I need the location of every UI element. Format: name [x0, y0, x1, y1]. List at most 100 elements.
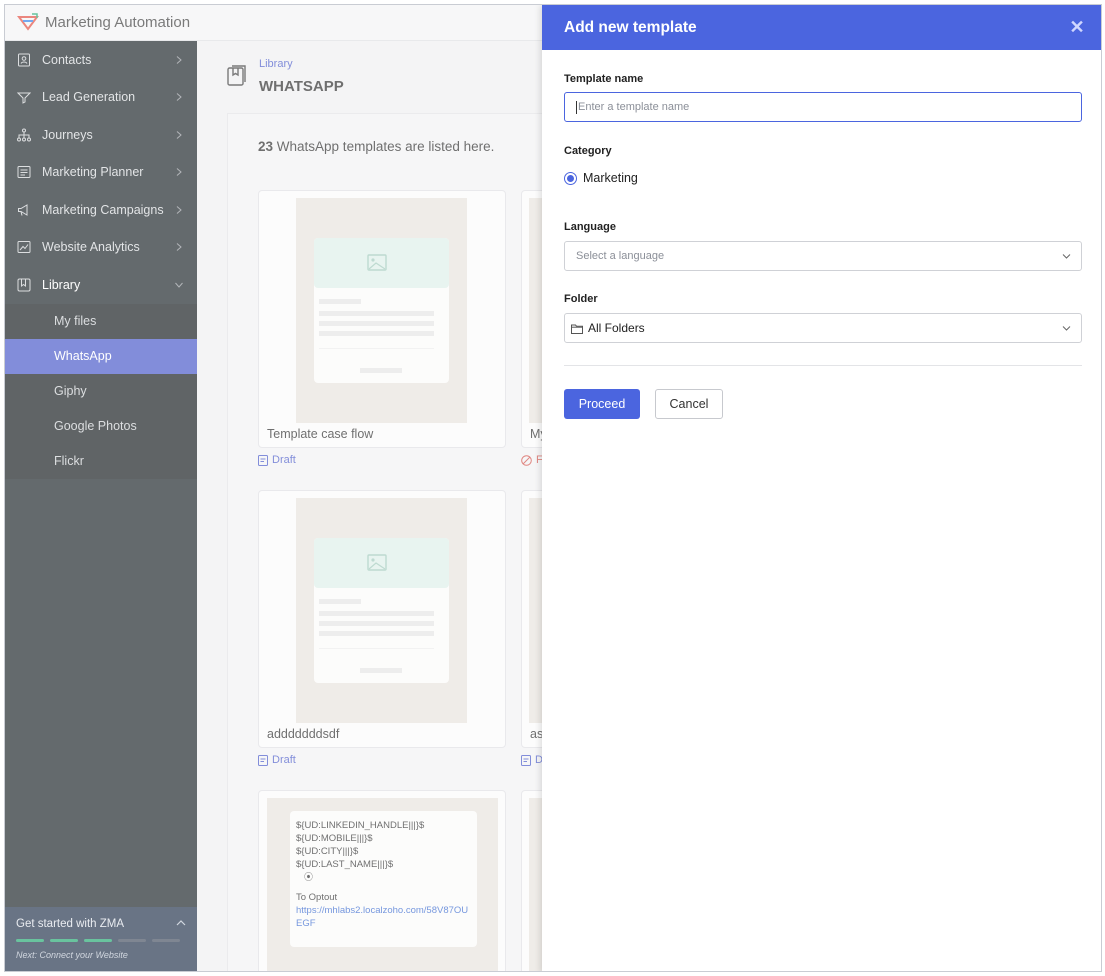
- sidebar-subitem-giphy[interactable]: Giphy: [5, 374, 197, 409]
- get-started-widget[interactable]: Get started with ZMA Next: Connect your …: [5, 907, 197, 971]
- template-card[interactable]: ${UD:LINKEDIN_HANDLE|||}$ ${UD:MOBILE|||…: [258, 790, 506, 971]
- library-icon: [17, 278, 31, 292]
- sidebar-item-website-analytics[interactable]: Website Analytics: [5, 229, 197, 267]
- add-template-panel: Add new template ✕ Template name Enter a…: [542, 5, 1101, 971]
- text-caret: [576, 100, 577, 114]
- chevron-right-icon: [176, 130, 182, 139]
- chevron-right-icon: [176, 168, 182, 177]
- sidebar-item-label: Website Analytics: [42, 240, 140, 255]
- funnel-icon: [17, 90, 31, 105]
- chevron-down-icon: [1062, 254, 1071, 259]
- status-label: Draft: [272, 754, 296, 766]
- status-badge: Draft: [258, 454, 296, 466]
- sidebar-item-library[interactable]: Library: [5, 266, 197, 304]
- category-radio-marketing[interactable]: Marketing: [564, 171, 638, 185]
- panel-header: Add new template ✕: [542, 5, 1101, 50]
- draft-icon: [258, 454, 268, 466]
- page-title: WHATSAPP: [259, 78, 344, 95]
- proceed-button[interactable]: Proceed: [564, 389, 640, 419]
- journey-icon: [17, 128, 31, 142]
- progress-step: [84, 939, 112, 942]
- progress-step: [16, 939, 44, 942]
- message-line: ${UD:CITY|||}$: [296, 846, 359, 857]
- failed-icon: [521, 454, 532, 466]
- app-logo-icon: [17, 12, 39, 31]
- sidebar-item-marketing-campaigns[interactable]: Marketing Campaigns: [5, 191, 197, 229]
- chevron-down-icon: [1062, 326, 1071, 331]
- template-thumbnail: [296, 498, 467, 723]
- progress-step: [152, 939, 180, 942]
- template-name-label: Template name: [564, 73, 644, 85]
- analytics-icon: [17, 240, 31, 254]
- template-name: adddddddsdf: [267, 727, 340, 741]
- sidebar-item-label: Marketing Campaigns: [42, 202, 164, 217]
- contacts-icon: [17, 53, 31, 67]
- chevron-right-icon: [176, 93, 182, 102]
- draft-icon: [521, 754, 531, 766]
- category-value: Marketing: [583, 171, 638, 185]
- sidebar-item-label: Library: [42, 277, 81, 292]
- sidebar-item-journeys[interactable]: Journeys: [5, 116, 197, 154]
- message-line: ${UD:MOBILE|||}$: [296, 833, 373, 844]
- folder-label: Folder: [564, 293, 598, 305]
- draft-icon: [258, 754, 268, 766]
- get-started-header: Get started with ZMA: [16, 918, 186, 930]
- sidebar-subitem-google-photos[interactable]: Google Photos: [5, 409, 197, 444]
- optout-link[interactable]: https://mhlabs2.localzoho.com/58V87OUEGF: [296, 904, 471, 930]
- sidebar-subitem-my-files[interactable]: My files: [5, 304, 197, 339]
- template-card[interactable]: Template case flow: [258, 190, 506, 448]
- sidebar-item-label: Journeys: [42, 127, 93, 142]
- template-card[interactable]: adddddddsdf: [258, 490, 506, 748]
- chevron-right-icon: [176, 55, 182, 64]
- folder-value: All Folders: [588, 321, 645, 335]
- sidebar-item-label: Contacts: [42, 52, 92, 67]
- sidebar-item-contacts[interactable]: Contacts: [5, 41, 197, 79]
- folder-select[interactable]: All Folders: [564, 313, 1082, 343]
- status-badge: Draft: [258, 754, 296, 766]
- template-name-input[interactable]: Enter a template name: [564, 92, 1082, 122]
- close-icon[interactable]: ✕: [1069, 18, 1085, 36]
- progress-step: [118, 939, 146, 942]
- template-thumbnail: ${UD:LINKEDIN_HANDLE|||}$ ${UD:MOBILE|||…: [267, 798, 498, 971]
- template-name-placeholder: Enter a template name: [578, 101, 690, 113]
- chevron-up-icon[interactable]: [176, 918, 186, 928]
- divider: [564, 365, 1082, 366]
- cancel-button[interactable]: Cancel: [655, 389, 723, 419]
- chevron-right-icon: [176, 243, 182, 252]
- get-started-next: Next: Connect your Website: [16, 950, 128, 960]
- category-label: Category: [564, 145, 612, 157]
- sidebar-subitem-flickr[interactable]: Flickr: [5, 444, 197, 479]
- app-title: Marketing Automation: [45, 14, 191, 31]
- message-bubble: ${UD:LINKEDIN_HANDLE|||}$ ${UD:MOBILE|||…: [290, 811, 477, 947]
- sidebar-item-marketing-planner[interactable]: Marketing Planner: [5, 154, 197, 192]
- planner-icon: [17, 165, 31, 179]
- progress-steps: [16, 939, 186, 942]
- template-count: 23 WhatsApp templates are listed here.: [258, 139, 494, 154]
- status-badge: F: [521, 454, 543, 466]
- sidebar-item-lead-generation[interactable]: Lead Generation: [5, 79, 197, 117]
- sidebar: Contacts Lead Generation Journeys Market…: [5, 41, 197, 971]
- folder-icon: [571, 324, 583, 334]
- location-icon: ⦿: [304, 872, 314, 882]
- sidebar-subitem-whatsapp[interactable]: WhatsApp: [5, 338, 197, 374]
- template-count-text: WhatsApp templates are listed here.: [273, 139, 495, 154]
- template-name: Template case flow: [267, 427, 374, 441]
- chevron-right-icon: [176, 205, 182, 214]
- status-label: Draft: [272, 454, 296, 466]
- app-window: Marketing Automation Contacts Lead Gener…: [4, 4, 1102, 972]
- template-thumbnail: [296, 198, 467, 423]
- radio-selected-icon[interactable]: [564, 171, 577, 185]
- language-select[interactable]: Select a language: [564, 241, 1082, 271]
- sidebar-item-label: Lead Generation: [42, 90, 136, 105]
- panel-title: Add new template: [564, 18, 697, 36]
- progress-step: [50, 939, 78, 942]
- megaphone-icon: [17, 203, 31, 217]
- optout-text: To Optout: [296, 892, 338, 903]
- breadcrumb[interactable]: Library: [259, 58, 293, 70]
- status-badge: D: [521, 754, 543, 766]
- library-submenu: My files WhatsApp Giphy Google Photos Fl…: [5, 303, 197, 479]
- chevron-down-icon: [175, 282, 183, 288]
- get-started-title: Get started with ZMA: [16, 918, 125, 930]
- message-line: ${UD:LINKEDIN_HANDLE|||}$: [296, 820, 425, 831]
- language-label: Language: [564, 221, 616, 233]
